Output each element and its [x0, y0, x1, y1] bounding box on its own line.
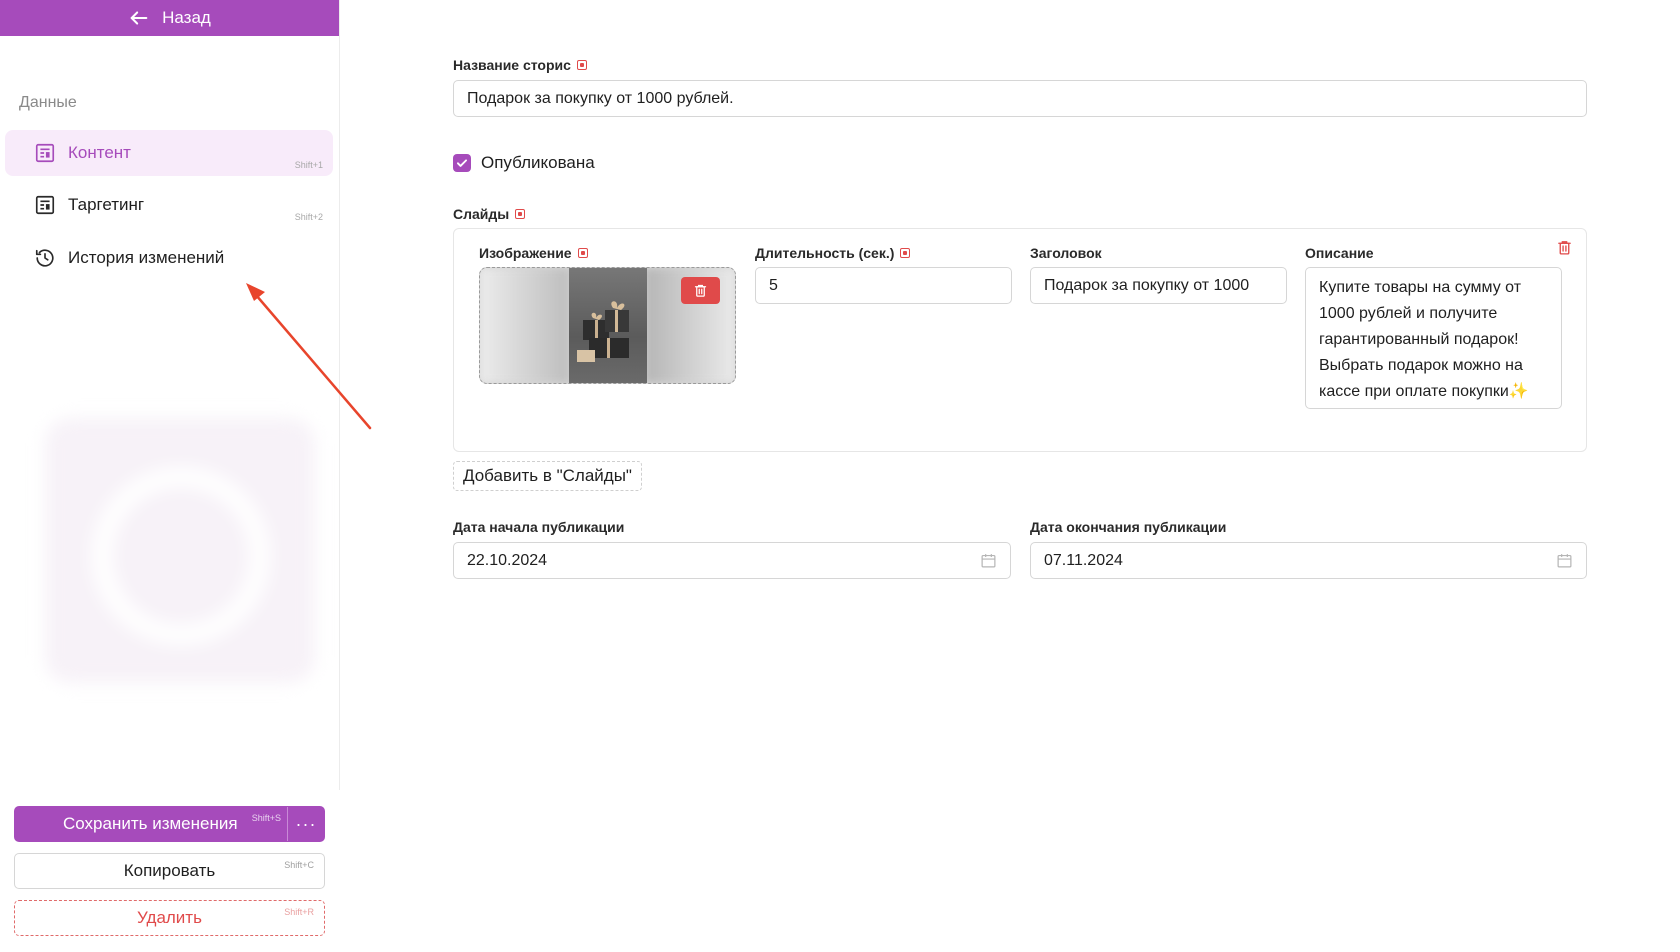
- image-label-text: Изображение: [479, 245, 572, 261]
- slides-label: Слайды: [453, 206, 526, 222]
- story-name-label: Название сторис: [453, 57, 587, 73]
- sidebar-item-label: Контент: [68, 143, 131, 162]
- published-checkbox[interactable]: [453, 154, 471, 172]
- duration-label: Длительность (сек.): [755, 245, 911, 261]
- back-button[interactable]: Назад: [0, 0, 339, 36]
- start-date-label-text: Дата начала публикации: [453, 519, 625, 535]
- sidebar-item-history[interactable]: История изменений: [5, 235, 333, 281]
- sidebar: Назад Данные Контент Shift+1 Таргетинг S…: [0, 0, 340, 790]
- story-name-label-text: Название сторис: [453, 57, 571, 73]
- delete-button[interactable]: Удалить Shift+R: [14, 900, 325, 936]
- title-label: Заголовок: [1030, 245, 1102, 261]
- published-label: Опубликована: [481, 153, 595, 172]
- more-options-button[interactable]: ···: [288, 807, 324, 841]
- required-icon: [577, 248, 588, 258]
- image-label: Изображение: [479, 245, 588, 261]
- sidebar-item-content[interactable]: Контент Shift+1: [5, 130, 333, 176]
- end-date-input[interactable]: 07.11.2024: [1030, 542, 1587, 579]
- gift-boxes-illustration: [577, 301, 629, 362]
- copy-button[interactable]: Копировать Shift+C: [14, 853, 325, 889]
- blurred-preview-ring: [92, 467, 270, 645]
- image-blur-left: [480, 268, 570, 383]
- slide-description-textarea[interactable]: Купите товары на сумму от 1000 рублей и …: [1305, 267, 1562, 409]
- trash-icon: [1558, 241, 1571, 255]
- title-label-text: Заголовок: [1030, 245, 1102, 261]
- content-list-icon: [34, 142, 56, 164]
- required-icon: [576, 60, 587, 70]
- arrow-left-icon: [128, 7, 150, 29]
- end-date-label: Дата окончания публикации: [1030, 519, 1226, 535]
- remove-image-button[interactable]: [681, 277, 720, 304]
- section-label-data: Данные: [19, 94, 77, 111]
- save-label: Сохранить изменения: [63, 814, 238, 833]
- sidebar-item-label: История изменений: [68, 248, 225, 267]
- sidebar-item-targeting[interactable]: Таргетинг Shift+2: [5, 182, 333, 228]
- calendar-icon[interactable]: [1556, 552, 1573, 574]
- sidebar-item-label: Таргетинг: [68, 195, 145, 214]
- delete-label: Удалить: [137, 908, 202, 927]
- trash-icon: [694, 284, 707, 297]
- description-label-text: Описание: [1305, 245, 1374, 261]
- copy-label: Копировать: [123, 861, 216, 880]
- end-date-label-text: Дата окончания публикации: [1030, 519, 1227, 535]
- add-slide-button[interactable]: Добавить в "Слайды": [453, 461, 642, 491]
- slides-label-text: Слайды: [453, 206, 510, 222]
- history-icon: [34, 247, 56, 269]
- slide-title-input[interactable]: Подарок за покупку от 1000: [1030, 267, 1287, 304]
- save-changes-button[interactable]: Сохранить изменения Shift+S ···: [14, 806, 325, 842]
- published-row: Опубликована: [453, 153, 595, 173]
- shortcut-hint: Shift+S: [251, 813, 281, 823]
- shortcut-hint: Shift+2: [294, 212, 323, 222]
- start-date-input[interactable]: 22.10.2024: [453, 542, 1011, 579]
- checkmark-icon: [456, 159, 468, 167]
- calendar-icon[interactable]: [980, 552, 997, 574]
- delete-slide-button[interactable]: [1556, 239, 1573, 261]
- duration-input[interactable]: 5: [755, 267, 1012, 304]
- shortcut-hint: Shift+C: [284, 860, 314, 870]
- description-label: Описание: [1305, 245, 1374, 261]
- story-name-input[interactable]: Подарок за покупку от 1000 рублей.: [453, 80, 1587, 117]
- required-icon: [900, 248, 911, 258]
- gift-boxes-image: [569, 268, 647, 383]
- shortcut-hint: Shift+1: [294, 160, 323, 170]
- duration-label-text: Длительность (сек.): [755, 245, 895, 261]
- back-label: Назад: [162, 8, 211, 27]
- required-icon: [515, 209, 526, 219]
- start-date-label: Дата начала публикации: [453, 519, 624, 535]
- shortcut-hint: Shift+R: [284, 907, 314, 917]
- targeting-list-icon: [34, 194, 56, 216]
